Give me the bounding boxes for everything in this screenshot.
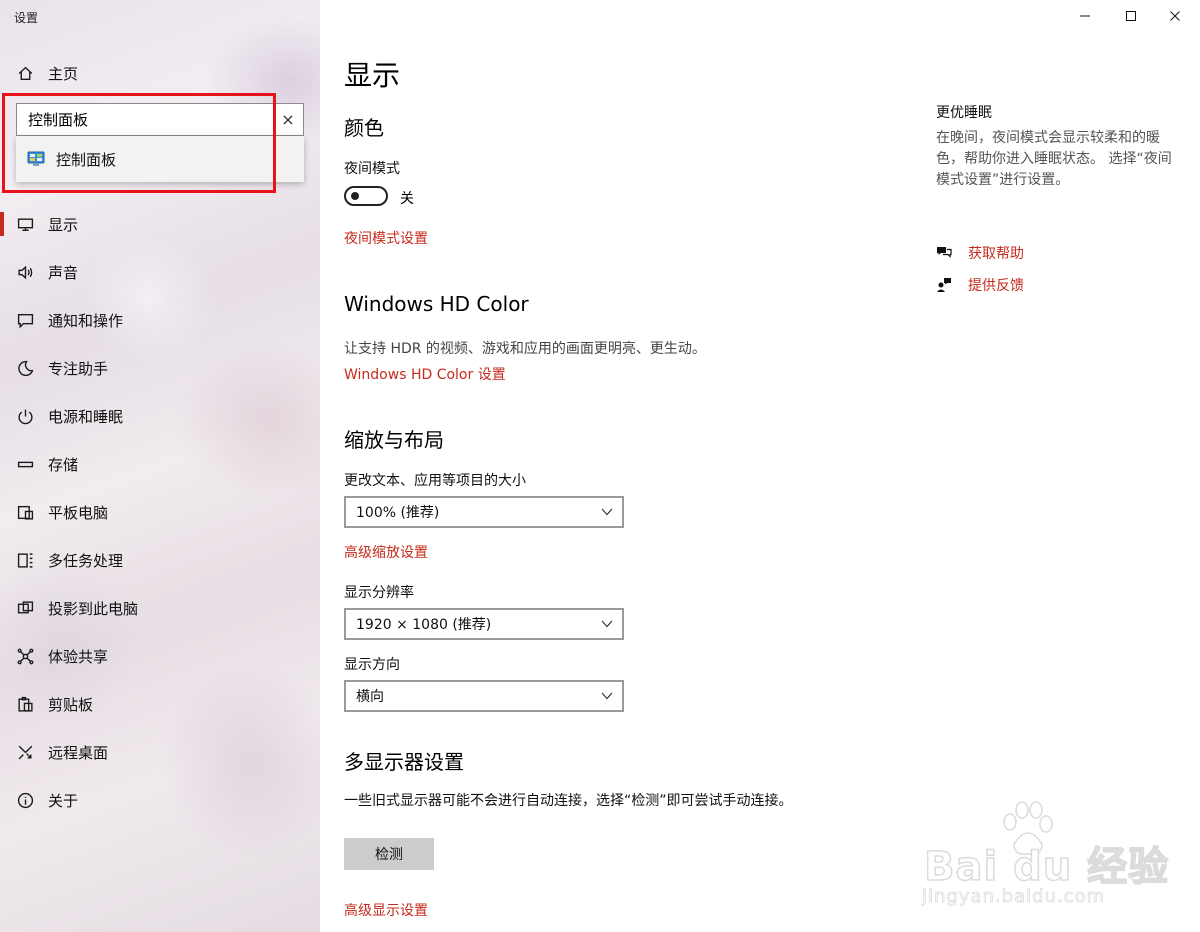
page-title: 显示 bbox=[344, 59, 401, 92]
clear-search-button[interactable]: × bbox=[273, 104, 303, 135]
sidebar-item-focus[interactable]: 专注助手 bbox=[0, 348, 320, 388]
minimize-button[interactable] bbox=[1062, 0, 1108, 32]
project-icon bbox=[15, 598, 35, 618]
share-icon bbox=[15, 646, 35, 666]
suggestion-label: 控制面板 bbox=[56, 150, 117, 169]
orientation-label: 显示方向 bbox=[344, 657, 400, 673]
better-sleep-title: 更优睡眠 bbox=[936, 105, 992, 121]
get-help-label: 获取帮助 bbox=[968, 246, 1024, 262]
dropdown-value: 横向 bbox=[356, 689, 384, 705]
toggle-knob bbox=[351, 192, 359, 200]
maximize-icon bbox=[1126, 11, 1136, 21]
scale-size-dropdown[interactable]: 100% (推荐) bbox=[344, 496, 624, 528]
info-icon bbox=[15, 790, 35, 810]
night-mode-label: 夜间模式 bbox=[344, 161, 400, 177]
scale-heading: 缩放与布局 bbox=[344, 428, 444, 452]
storage-icon bbox=[15, 454, 35, 474]
notification-icon bbox=[15, 310, 35, 330]
sidebar-item-power[interactable]: 电源和睡眠 bbox=[0, 396, 320, 436]
sidebar-item-tablet[interactable]: 平板电脑 bbox=[0, 492, 320, 532]
get-help-link[interactable]: 获取帮助 bbox=[936, 242, 1024, 264]
baidu-watermark: Bai du 经验 jingyan.baidu.com bbox=[920, 800, 1169, 910]
sidebar-item-display[interactable]: 显示 bbox=[0, 204, 320, 244]
hdr-description: 让支持 HDR 的视频、游戏和应用的画面更明亮、更生动。 bbox=[344, 341, 706, 357]
moon-icon bbox=[15, 358, 35, 378]
chevron-down-icon bbox=[592, 620, 622, 628]
speaker-icon bbox=[15, 262, 35, 282]
chevron-down-icon bbox=[592, 692, 622, 700]
sidebar-item-about[interactable]: 关于 bbox=[0, 780, 320, 820]
maximize-button[interactable] bbox=[1108, 0, 1154, 32]
multi-display-description: 一些旧式显示器可能不会进行自动连接，选择“检测”即可尝试手动连接。 bbox=[344, 793, 793, 809]
search-box: × bbox=[16, 103, 304, 136]
sidebar-item-label: 存储 bbox=[48, 455, 79, 474]
sidebar-item-home[interactable]: 主页 bbox=[0, 56, 320, 90]
search-suggestion-control-panel[interactable]: 控制面板 bbox=[16, 136, 304, 182]
sidebar-item-label: 关于 bbox=[48, 791, 79, 810]
advanced-scaling-link[interactable]: 高级缩放设置 bbox=[344, 542, 428, 562]
close-icon bbox=[1170, 11, 1180, 21]
sidebar-item-project[interactable]: 投影到此电脑 bbox=[0, 588, 320, 628]
hdr-heading: Windows HD Color bbox=[344, 292, 529, 316]
remote-icon bbox=[15, 742, 35, 762]
monitor-icon bbox=[15, 214, 35, 234]
sidebar-item-remote[interactable]: 远程桌面 bbox=[0, 732, 320, 772]
tablet-icon bbox=[15, 502, 35, 522]
sidebar-item-multitask[interactable]: 多任务处理 bbox=[0, 540, 320, 580]
home-icon bbox=[15, 63, 35, 83]
help-chat-icon bbox=[937, 247, 952, 258]
close-button[interactable] bbox=[1152, 0, 1198, 32]
give-feedback-label: 提供反馈 bbox=[968, 278, 1024, 294]
dropdown-value: 1920 × 1080 (推荐) bbox=[356, 617, 492, 633]
resolution-dropdown[interactable]: 1920 × 1080 (推荐) bbox=[344, 608, 624, 640]
sidebar-item-label: 体验共享 bbox=[48, 647, 109, 666]
night-mode-toggle[interactable] bbox=[344, 186, 388, 206]
night-mode-settings-link[interactable]: 夜间模式设置 bbox=[344, 228, 428, 248]
app-title: 设置 bbox=[14, 11, 39, 25]
resolution-label: 显示分辨率 bbox=[344, 585, 414, 601]
sidebar-item-label: 显示 bbox=[48, 215, 79, 234]
sidebar-item-label: 通知和操作 bbox=[48, 311, 124, 330]
sidebar-item-label: 剪贴板 bbox=[48, 695, 94, 714]
dropdown-value: 100% (推荐) bbox=[356, 505, 440, 521]
feedback-person-icon bbox=[937, 278, 951, 292]
give-feedback-link[interactable]: 提供反馈 bbox=[936, 274, 1024, 296]
sidebar-item-share[interactable]: 体验共享 bbox=[0, 636, 320, 676]
sidebar-item-storage[interactable]: 存储 bbox=[0, 444, 320, 484]
watermark-url: jingyan.baidu.com bbox=[922, 886, 1106, 908]
clipboard-icon bbox=[15, 694, 35, 714]
sidebar-item-label: 声音 bbox=[48, 263, 79, 282]
scale-size-label: 更改文本、应用等项目的大小 bbox=[344, 473, 526, 489]
watermark-brand: Bai du 经验 bbox=[923, 843, 1170, 891]
sidebar-item-sound[interactable]: 声音 bbox=[0, 252, 320, 292]
better-sleep-description: 在晚间，夜间模式会显示较柔和的暖色，帮助你进入睡眠状态。 选择“夜间模式设置”进… bbox=[936, 130, 1172, 188]
sidebar-item-label: 电源和睡眠 bbox=[48, 407, 124, 426]
night-mode-state: 关 bbox=[400, 191, 414, 207]
minimize-icon bbox=[1080, 15, 1090, 17]
color-heading: 颜色 bbox=[344, 116, 384, 140]
sidebar-item-label: 投影到此电脑 bbox=[48, 599, 139, 618]
sidebar-item-label: 多任务处理 bbox=[48, 551, 124, 570]
sidebar-item-notifications[interactable]: 通知和操作 bbox=[0, 300, 320, 340]
detect-button[interactable]: 检测 bbox=[344, 838, 434, 870]
sidebar-item-label: 专注助手 bbox=[48, 359, 109, 378]
power-icon bbox=[15, 406, 35, 426]
sidebar-item-clipboard[interactable]: 剪贴板 bbox=[0, 684, 320, 724]
sidebar-item-label: 远程桌面 bbox=[48, 743, 109, 762]
multitask-icon bbox=[15, 550, 35, 570]
advanced-display-link[interactable]: 高级显示设置 bbox=[344, 900, 428, 920]
sidebar-item-label: 主页 bbox=[48, 64, 79, 83]
orientation-dropdown[interactable]: 横向 bbox=[344, 680, 624, 712]
control-panel-icon bbox=[27, 151, 45, 166]
sidebar-item-label: 平板电脑 bbox=[48, 503, 109, 522]
multi-display-heading: 多显示器设置 bbox=[344, 750, 464, 774]
chevron-down-icon bbox=[592, 508, 622, 516]
search-input[interactable] bbox=[17, 110, 273, 129]
hdr-settings-link[interactable]: Windows HD Color 设置 bbox=[344, 364, 506, 384]
